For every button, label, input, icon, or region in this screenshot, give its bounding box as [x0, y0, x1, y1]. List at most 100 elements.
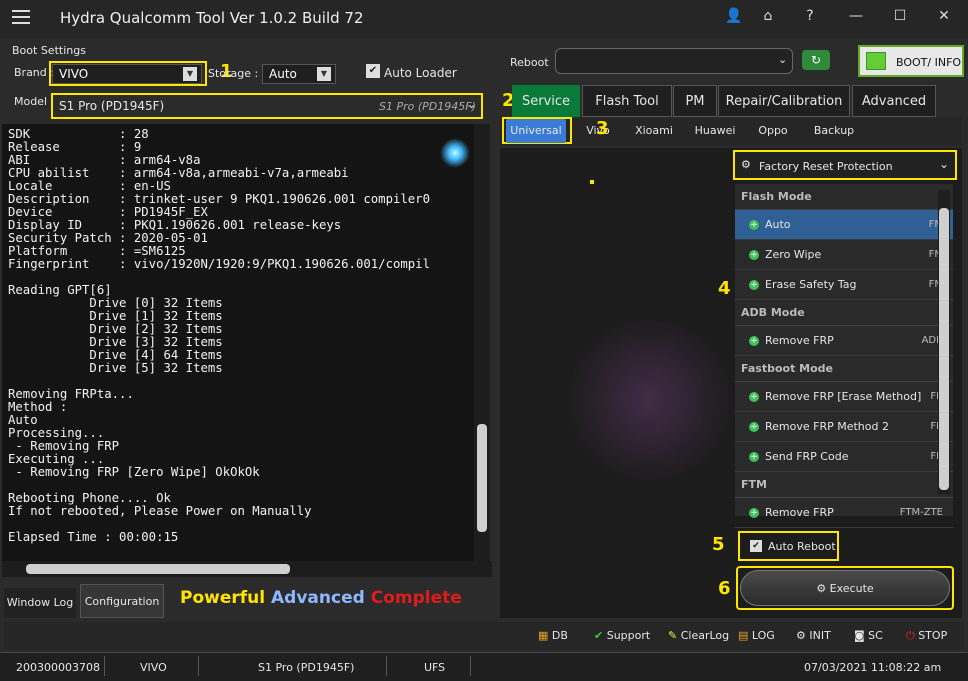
init-label: INIT — [809, 629, 831, 642]
help-icon[interactable]: ? — [800, 8, 820, 24]
list-item-remove-frp-adb[interactable]: + Remove FRP ADB — [735, 326, 953, 356]
tab-repair-calibration[interactable]: Repair/Calibration — [718, 85, 850, 117]
divider — [198, 656, 199, 676]
model-select[interactable]: S1 Pro (PD1945F) S1 Pro (PD1945F) ⌄ — [51, 93, 483, 119]
annotation-4: 4 — [718, 278, 731, 299]
tab-configuration[interactable]: Configuration — [80, 584, 164, 618]
section-adb-mode: ADB Mode — [735, 300, 953, 326]
scroll-thumb[interactable] — [939, 208, 949, 490]
list-item-remove-frp-method2[interactable]: + Remove FRP Method 2 FB — [735, 412, 953, 442]
plus-icon: + — [749, 250, 759, 260]
execute-button[interactable]: ⚙ Execute — [740, 570, 950, 606]
log-button[interactable]: ▤ LOG — [738, 624, 775, 648]
sc-button[interactable]: ◙ SC — [854, 624, 883, 648]
tab-window-log[interactable]: Window Log — [4, 588, 76, 618]
brand-select[interactable]: VIVO ▼ — [52, 64, 202, 84]
tab-huawei[interactable]: Huawei — [688, 119, 742, 143]
scroll-thumb[interactable] — [26, 564, 290, 574]
model-hint: S1 Pro (PD1945F) — [379, 100, 476, 113]
section-ftm: FTM — [735, 472, 953, 498]
list-item-label: Remove FRP Method 2 — [765, 420, 889, 433]
chevron-down-icon: ▼ — [183, 67, 197, 81]
list-item-auto[interactable]: + Auto FM — [735, 210, 953, 240]
home-icon[interactable]: ⌂ — [758, 8, 778, 24]
divider — [470, 656, 471, 676]
auto-reboot-label: Auto Reboot — [768, 540, 836, 553]
chevron-down-icon: ▼ — [317, 67, 331, 81]
log-console[interactable]: SDK : 28 Release : 9 ABI : arm64-v8a CPU… — [2, 124, 480, 574]
list-item-label: Send FRP Code — [765, 450, 849, 463]
boot-info-button[interactable]: BOOT/ INFO — [858, 45, 964, 77]
log-horizontal-scrollbar[interactable] — [2, 561, 492, 577]
refresh-button[interactable]: ↻ — [802, 50, 830, 70]
plus-icon: + — [749, 336, 759, 346]
plus-icon: + — [749, 508, 759, 518]
tab-oppo[interactable]: Oppo — [748, 119, 798, 143]
list-item-zero-wipe[interactable]: + Zero Wipe FM — [735, 240, 953, 270]
plus-icon: + — [749, 392, 759, 402]
gear-icon: ⚙ — [741, 158, 751, 171]
tab-service[interactable]: Service — [512, 85, 580, 117]
list-item-remove-frp-ftm[interactable]: + Remove FRP FTM-ZTE — [735, 498, 953, 528]
brand-label: Brand : — [14, 66, 54, 79]
auto-reboot[interactable]: ✔ Auto Reboot — [738, 531, 839, 561]
annotation-6: 6 — [718, 578, 731, 599]
slogan: Powerful Advanced Complete — [180, 588, 462, 608]
section-fastboot-mode: Fastboot Mode — [735, 356, 953, 382]
frp-dropdown-label: Factory Reset Protection — [759, 160, 893, 173]
autoloader-checkbox[interactable]: ✔ — [366, 64, 380, 78]
scroll-thumb[interactable] — [477, 424, 487, 532]
autoloader-label: Auto Loader — [384, 66, 457, 80]
status-brand: VIVO — [140, 661, 167, 674]
list-item-remove-frp-erase[interactable]: + Remove FRP [Erase Method] FB — [735, 382, 953, 412]
log-vertical-scrollbar[interactable] — [474, 124, 490, 576]
status-model: S1 Pro (PD1945F) — [258, 661, 355, 674]
list-item-send-frp-code[interactable]: + Send FRP Code FB — [735, 442, 953, 472]
maximize-icon[interactable]: ☐ — [890, 8, 910, 24]
section-flash-mode: Flash Mode — [735, 184, 953, 210]
stop-button[interactable]: ⏻ STOP — [906, 624, 947, 648]
divider — [386, 656, 387, 676]
list-item-label: Remove FRP — [765, 506, 834, 519]
list-item-label: Remove FRP [Erase Method] — [765, 390, 922, 403]
tab-pm[interactable]: PM — [673, 85, 717, 117]
annotation-3: 3 — [596, 118, 609, 139]
db-button[interactable]: ▦ DB — [538, 624, 568, 648]
tab-advanced[interactable]: Advanced — [852, 85, 936, 117]
plus-icon: + — [749, 220, 759, 230]
clearlog-button[interactable]: ✎ ClearLog — [668, 624, 729, 648]
menu-icon[interactable] — [12, 10, 30, 24]
broom-icon: ✎ — [668, 629, 681, 642]
tab-backup[interactable]: Backup — [806, 119, 862, 143]
tab-flash-tool[interactable]: Flash Tool — [582, 85, 672, 117]
gear-icon: ⚙ — [796, 629, 810, 642]
storage-select[interactable]: Auto ▼ — [262, 64, 336, 84]
divider — [104, 656, 105, 676]
auto-reboot-checkbox[interactable]: ✔ — [750, 540, 762, 552]
decorative-flower — [560, 320, 740, 480]
stop-label: STOP — [918, 629, 948, 642]
list-item-erase-safety-tag[interactable]: + Erase Safety Tag FM — [735, 270, 953, 300]
stop-icon: ⏻ — [906, 629, 919, 642]
boot-info-label: BOOT/ INFO — [896, 56, 962, 69]
tab-universal[interactable]: Universal — [506, 119, 566, 143]
chevron-down-icon: ⌄ — [778, 53, 788, 66]
slogan-advanced: Advanced — [271, 588, 365, 608]
refresh-icon: ↻ — [810, 53, 822, 67]
init-button[interactable]: ⚙ INIT — [796, 624, 831, 648]
gear-icon: ⚙ — [816, 582, 830, 595]
frp-dropdown[interactable]: ⚙ Factory Reset Protection ⌄ — [733, 150, 957, 180]
minimize-icon[interactable]: — — [846, 8, 866, 24]
frp-method-list[interactable]: Flash Mode + Auto FM + Zero Wipe FM + Erase S… — [735, 184, 953, 528]
list-scrollbar[interactable] — [938, 190, 950, 494]
log-icon: ▤ — [738, 629, 752, 642]
close-icon[interactable]: ✕ — [934, 8, 954, 24]
check-icon: ✔ — [594, 629, 607, 642]
support-button[interactable]: ✔ Support — [594, 624, 650, 648]
tab-xioami[interactable]: Xioami — [626, 119, 682, 143]
user-icon[interactable]: 👤 — [724, 8, 744, 24]
reboot-select[interactable]: ⌄ — [555, 48, 793, 74]
chevron-down-icon: ⌄ — [467, 98, 477, 111]
annotation-5: 5 — [712, 534, 725, 555]
plus-icon: + — [749, 280, 759, 290]
